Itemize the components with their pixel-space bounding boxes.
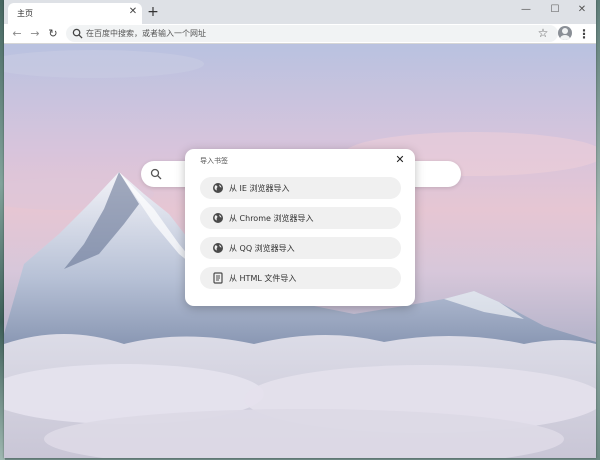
bookmark-star-icon[interactable]: ☆ — [535, 25, 551, 41]
reload-icon[interactable]: ↻ — [45, 26, 61, 42]
toolbar: ← → ↻ 在百度中搜索，或者输入一个网址 ☆ ⋮ — [4, 24, 596, 44]
globe-icon — [213, 213, 223, 223]
minimize-icon[interactable]: — — [516, 2, 536, 18]
new-tab-plus-icon[interactable]: + — [145, 4, 161, 20]
new-tab-page: 导入书签 ✕ 从 IE 浏览器导入 从 Chrome 浏览器导入 从 QQ 浏览… — [4, 44, 596, 458]
address-placeholder: 在百度中搜索，或者输入一个网址 — [86, 29, 206, 38]
search-icon — [72, 28, 83, 39]
import-from-html-file-button[interactable]: 从 HTML 文件导入 — [200, 267, 401, 289]
profile-avatar-icon[interactable] — [558, 26, 572, 40]
import-from-qq-button[interactable]: 从 QQ 浏览器导入 — [200, 237, 401, 259]
globe-icon — [213, 243, 223, 253]
import-bookmarks-dialog: 导入书签 ✕ 从 IE 浏览器导入 从 Chrome 浏览器导入 从 QQ 浏览… — [185, 149, 415, 306]
option-label: 从 IE 浏览器导入 — [229, 184, 290, 193]
dialog-close-icon[interactable]: ✕ — [393, 153, 407, 167]
import-from-ie-button[interactable]: 从 IE 浏览器导入 — [200, 177, 401, 199]
tab-strip: 主页 ✕ + — ☐ ✕ — [4, 0, 596, 24]
search-icon — [150, 168, 162, 180]
browser-window: 主页 ✕ + — ☐ ✕ ← → ↻ 在百度中搜索，或者输入一个网址 ☆ ⋮ 导… — [4, 0, 596, 458]
option-label: 从 QQ 浏览器导入 — [229, 244, 295, 253]
address-bar[interactable]: 在百度中搜索，或者输入一个网址 — [66, 25, 558, 42]
tab-close-icon[interactable]: ✕ — [127, 6, 139, 18]
dialog-title: 导入书签 — [200, 157, 228, 165]
back-arrow-icon[interactable]: ← — [9, 26, 25, 42]
import-from-chrome-button[interactable]: 从 Chrome 浏览器导入 — [200, 207, 401, 229]
more-vertical-icon[interactable]: ⋮ — [578, 26, 590, 42]
tab-title: 主页 — [17, 9, 33, 18]
maximize-icon[interactable]: ☐ — [545, 2, 565, 18]
tab-home[interactable]: 主页 ✕ — [8, 3, 142, 24]
window-close-icon[interactable]: ✕ — [572, 2, 592, 18]
option-label: 从 Chrome 浏览器导入 — [229, 214, 314, 223]
document-icon — [213, 272, 223, 284]
globe-icon — [213, 183, 223, 193]
forward-arrow-icon[interactable]: → — [27, 26, 43, 42]
option-label: 从 HTML 文件导入 — [229, 274, 297, 283]
